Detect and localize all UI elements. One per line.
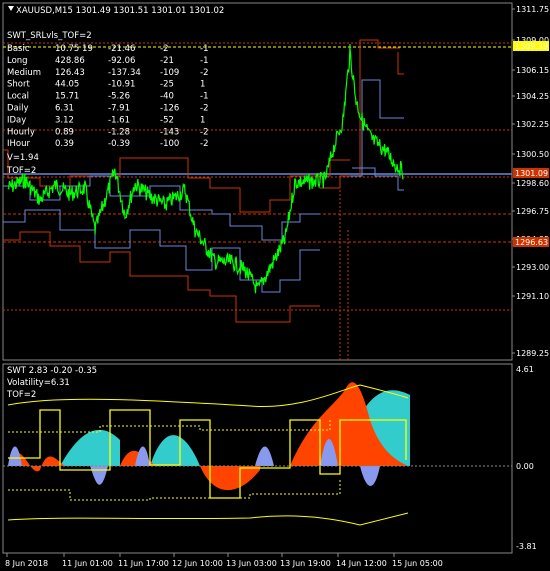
- time-label: 11 Jun 17:00: [118, 559, 169, 568]
- v-value: V=1.94: [7, 153, 39, 163]
- symbol-line: XAUUSD,M15 1301.49 1301.51 1301.01 1301.…: [16, 6, 224, 16]
- stats-cell-b: -7.91: [108, 104, 130, 114]
- trading-chart[interactable]: XAUUSD,M15 1301.49 1301.51 1301.01 1301.…: [0, 0, 550, 571]
- stats-cell-b: -1.61: [108, 115, 130, 125]
- sub-title: SWT 2.83 -0.20 -0.35: [7, 366, 97, 376]
- price-tick: 1291.10: [516, 292, 549, 301]
- price-label-yellow: 1309.39: [515, 42, 548, 51]
- stats-cell-d: -1: [200, 92, 208, 102]
- stats-cell-c: -126: [160, 104, 179, 114]
- price-tick: 1296.75: [516, 207, 549, 216]
- stats-cell-d: -2: [200, 139, 208, 149]
- stats-cell-b: -92.06: [108, 56, 135, 66]
- stats-cell-a: 44.05: [55, 80, 79, 90]
- stats-cell-c: -109: [160, 68, 179, 78]
- stats-cell-d: -1: [200, 56, 208, 66]
- time-label: 14 Jun 12:00: [336, 559, 387, 568]
- stats-cell-c: -52: [160, 115, 174, 125]
- stats-cell-a: 10.75 19: [55, 44, 93, 54]
- stats-cell-d: 1: [200, 115, 205, 125]
- oscillator-area: [8, 382, 410, 491]
- stats-cell-d: -2: [200, 68, 208, 78]
- stats-cell-c: -100: [160, 139, 179, 149]
- stats-cell-label: Daily: [7, 104, 29, 114]
- stats-cell-a: 0.39: [55, 139, 74, 149]
- stats-cell-a: 428.86: [55, 56, 85, 66]
- time-label: 12 Jun 10:00: [172, 559, 223, 568]
- stats-cell-c: -25: [160, 80, 174, 90]
- volatility-label: Volatility=6.31: [7, 378, 70, 388]
- stats-cell-b: -10.91: [108, 80, 135, 90]
- stats-cell-d: 1: [200, 80, 205, 90]
- stats-cell-a: 126.43: [55, 68, 85, 78]
- sub-tick-top: 4.61: [516, 365, 534, 374]
- stats-table: Basic 10.75 19 -21.46 -2 -1 Long 428.86 -92.06 -…: [7, 44, 208, 149]
- time-label: 11 Jun 01:00: [62, 559, 113, 568]
- stats-cell-b: -21.46: [108, 44, 135, 54]
- stats-cell-b: -0.39: [108, 139, 130, 149]
- time-axis: 8 Jun 2018 11 Jun 01:00 11 Jun 17:00 12 Jun…: [5, 553, 443, 568]
- stats-cell-d: -2: [200, 127, 208, 137]
- price-tick: 1298.60: [516, 179, 549, 188]
- stats-cell-c: -143: [160, 127, 179, 137]
- price-tick: 1311.75: [516, 5, 549, 14]
- time-label: 8 Jun 2018: [5, 559, 48, 568]
- stats-cell-label: Basic: [7, 44, 30, 54]
- stats-cell-label: IDay: [7, 115, 26, 125]
- price-tick: 1300.50: [516, 150, 549, 159]
- level-lines: [3, 42, 512, 360]
- stats-cell-b: -137.34: [108, 68, 141, 78]
- stats-cell-b: -5.26: [108, 92, 130, 102]
- stats-cell-b: -1.28: [108, 127, 130, 137]
- price-axis: 1311.751309.001306.151304.251302.251300.…: [512, 5, 549, 358]
- sub-tick-bottom: -3.81: [516, 542, 537, 551]
- dropdown-arrow-icon[interactable]: [8, 6, 14, 11]
- stats-cell-label: Short: [7, 80, 30, 90]
- indicator-name: SWT_SRLvls_TOF=2: [7, 31, 92, 41]
- price-label-support: 1296.63: [515, 238, 548, 247]
- stats-cell-c: -21: [160, 56, 174, 66]
- time-label: 15 Jun 05:00: [392, 559, 443, 568]
- stats-cell-c: -40: [160, 92, 174, 102]
- stats-cell-a: 3.12: [55, 115, 74, 125]
- stats-cell-label: Local: [7, 92, 29, 102]
- time-label: 13 Jun 03:00: [226, 559, 277, 568]
- stats-cell-label: Hourly: [7, 127, 35, 137]
- sub-tick-zero: 0.00: [516, 462, 534, 471]
- stats-cell-label: IHour: [7, 139, 30, 149]
- stats-cell-a: 6.31: [55, 104, 74, 114]
- stats-cell-a: 0.89: [55, 127, 74, 137]
- price-label-current: 1301.09: [515, 169, 548, 178]
- stats-cell-label: Long: [7, 56, 28, 66]
- price-tick: 1306.15: [516, 66, 549, 75]
- stats-cell-label: Medium: [7, 68, 41, 78]
- stats-cell-c: -2: [160, 44, 168, 54]
- tof-value: TOF=2: [6, 166, 36, 176]
- price-tick: 1304.25: [516, 92, 549, 101]
- stats-cell-d: -1: [200, 44, 208, 54]
- stats-cell-d: -2: [200, 104, 208, 114]
- price-tick: 1289.25: [516, 349, 549, 358]
- price-tick: 1302.25: [516, 120, 549, 129]
- sub-tof-label: TOF=2: [6, 390, 36, 400]
- stats-cell-a: 15.71: [55, 92, 79, 102]
- price-tick: 1293.00: [516, 263, 549, 272]
- time-label: 13 Jun 19:00: [280, 559, 331, 568]
